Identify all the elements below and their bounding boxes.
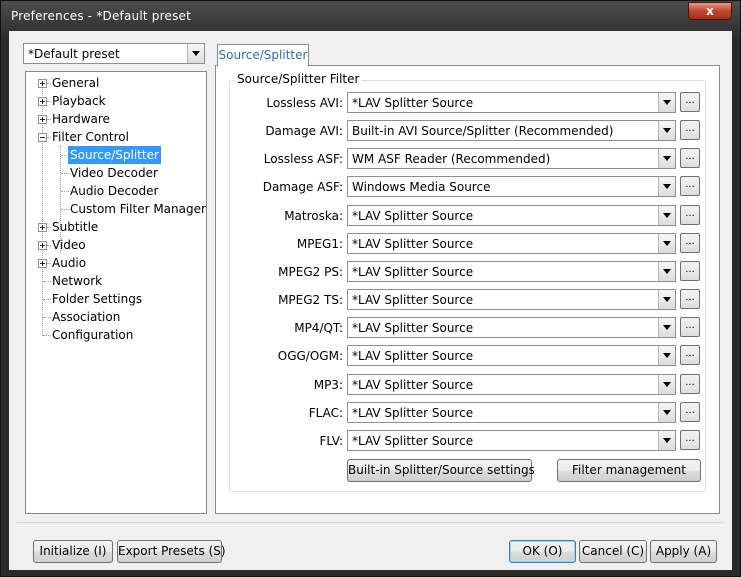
filter-dropdown-matroska[interactable]: *LAV Splitter Source [347,205,676,226]
filter-value: *LAV Splitter Source [352,349,474,363]
chevron-down-icon[interactable] [658,93,675,112]
filter-label-mp3: MP3: [313,378,343,392]
filter-label-lossless-avi: Lossless AVI: [266,96,343,110]
filter-options-button-mp4-qt[interactable]: ... [680,317,700,337]
preferences-window: Preferences - *Default preset x *Default… [0,0,741,577]
filter-dropdown-flv[interactable]: *LAV Splitter Source [347,430,676,451]
chevron-down-icon[interactable] [658,206,675,225]
filter-dropdown-mp4-qt[interactable]: *LAV Splitter Source [347,317,676,338]
group-title: Source/Splitter Filter [235,72,362,86]
filter-label-mp4-qt: MP4/QT: [294,321,343,335]
filter-label-flac: FLAC: [308,406,343,420]
chevron-down-icon[interactable] [658,262,675,281]
window-title: Preferences - *Default preset [11,9,192,23]
footer-separator [17,522,724,526]
filter-label-lossless-asf: Lossless ASF: [263,152,343,166]
close-icon: x [706,4,714,18]
preset-value: *Default preset [28,47,120,61]
filter-options-button-damage-avi[interactable]: ... [680,120,700,140]
chevron-down-icon[interactable] [658,318,675,337]
filter-options-button-matroska[interactable]: ... [680,205,700,225]
expand-icon[interactable] [38,223,47,232]
filter-value: *LAV Splitter Source [352,293,474,307]
filter-dropdown-ogg-ogm[interactable]: *LAV Splitter Source [347,345,676,366]
builtin-splitter-settings-button[interactable]: Built-in Splitter/Source settings [347,459,535,482]
cancel-button[interactable]: Cancel (C) [579,540,647,563]
tab-source-splitter[interactable]: Source/Splitter [217,44,309,66]
filter-value: *LAV Splitter Source [352,265,474,279]
filter-dropdown-lossless-avi[interactable]: *LAV Splitter Source [347,92,676,113]
expand-icon[interactable] [38,115,47,124]
filter-label-mpeg2-ps: MPEG2 PS: [278,265,343,279]
tree-item-general[interactable]: General [26,74,206,92]
filter-label-ogg-ogm: OGG/OGM: [277,349,343,363]
chevron-down-icon[interactable] [658,121,675,140]
export-presets-button[interactable]: Export Presets (S) [117,540,226,563]
filter-value: Windows Media Source [352,180,491,194]
filter-options-button-ogg-ogm[interactable]: ... [680,345,700,365]
filter-options-button-mpeg2-ps[interactable]: ... [680,261,700,281]
ok-button[interactable]: OK (O) [509,540,576,563]
filter-options-button-mpeg1[interactable]: ... [680,233,700,253]
filter-value: *LAV Splitter Source [352,237,474,251]
filter-value: *LAV Splitter Source [352,209,474,223]
preset-dropdown[interactable]: *Default preset [23,43,205,64]
filter-label-mpeg2-ts: MPEG2 TS: [278,293,343,307]
filter-options-button-flac[interactable]: ... [680,402,700,422]
expand-icon[interactable] [38,79,47,88]
filter-dropdown-flac[interactable]: *LAV Splitter Source [347,402,676,423]
filter-options-button-mpeg2-ts[interactable]: ... [680,289,700,309]
filter-dropdown-damage-avi[interactable]: Built-in AVI Source/Splitter (Recommende… [347,120,676,141]
filter-options-button-flv[interactable]: ... [680,430,700,450]
dialog-client: *Default preset General Playback Hardwar… [9,31,732,570]
filter-dropdown-mp3[interactable]: *LAV Splitter Source [347,374,676,395]
filter-value: *LAV Splitter Source [352,406,474,420]
chevron-down-icon[interactable] [187,44,204,63]
filter-options-button-lossless-asf[interactable]: ... [680,148,700,168]
filter-dropdown-damage-asf[interactable]: Windows Media Source [347,176,676,197]
chevron-down-icon[interactable] [658,234,675,253]
filter-label-damage-asf: Damage ASF: [262,180,343,194]
tree-item-label: General [52,76,100,90]
filter-dropdown-mpeg2-ts[interactable]: *LAV Splitter Source [347,289,676,310]
title-bar[interactable]: Preferences - *Default preset x [1,1,740,31]
filter-dropdown-mpeg2-ps[interactable]: *LAV Splitter Source [347,261,676,282]
filter-options-button-lossless-avi[interactable]: ... [680,92,700,112]
chevron-down-icon[interactable] [658,375,675,394]
initialize-button[interactable]: Initialize (I) [33,540,113,563]
filter-value: *LAV Splitter Source [352,434,474,448]
chevron-down-icon[interactable] [658,431,675,450]
chevron-down-icon[interactable] [658,149,675,168]
filter-options-button-mp3[interactable]: ... [680,374,700,394]
filter-value: Built-in AVI Source/Splitter (Recommende… [352,124,614,138]
filter-label-matroska: Matroska: [284,209,343,223]
filter-label-flv: FLV: [319,434,343,448]
filter-options-button-damage-asf[interactable]: ... [680,176,700,196]
filter-dropdown-mpeg1[interactable]: *LAV Splitter Source [347,233,676,254]
filter-value: *LAV Splitter Source [352,96,474,110]
filter-value: *LAV Splitter Source [352,378,474,392]
close-button[interactable]: x [688,2,732,20]
apply-button[interactable]: Apply (A) [650,540,717,563]
chevron-down-icon[interactable] [658,290,675,309]
filter-management-button[interactable]: Filter management [557,459,701,482]
filter-value: WM ASF Reader (Recommended) [352,152,551,166]
filter-label-mpeg1: MPEG1: [296,237,343,251]
filter-value: *LAV Splitter Source [352,321,474,335]
filter-label-damage-avi: Damage AVI: [265,124,343,138]
chevron-down-icon[interactable] [658,177,675,196]
chevron-down-icon[interactable] [658,403,675,422]
chevron-down-icon[interactable] [658,346,675,365]
filter-dropdown-lossless-asf[interactable]: WM ASF Reader (Recommended) [347,148,676,169]
